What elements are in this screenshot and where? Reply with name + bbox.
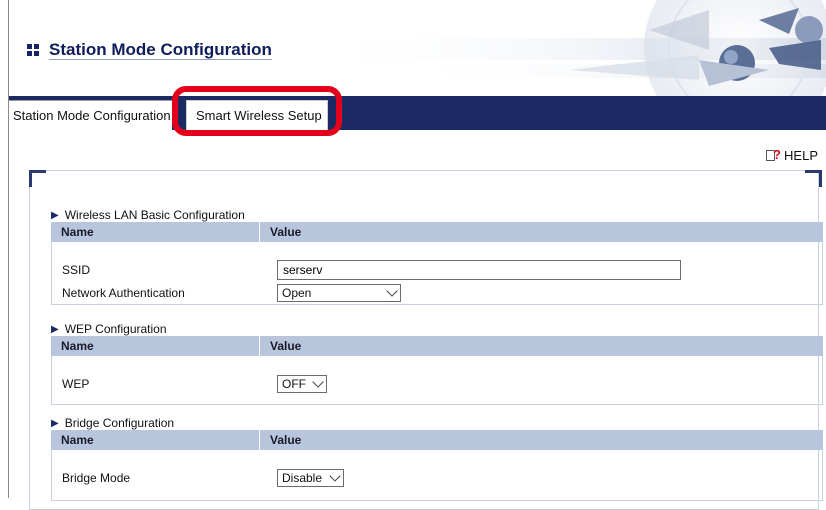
tab-station-mode-configuration[interactable]: Station Mode Configuration	[9, 100, 172, 130]
chevron-down-icon	[329, 470, 341, 482]
chevron-down-icon	[312, 376, 324, 388]
column-header-name: Name	[61, 433, 94, 447]
ssid-input[interactable]	[277, 260, 681, 280]
select-value: OFF	[282, 377, 306, 391]
ssid-label: SSID	[62, 263, 91, 277]
network-authentication-select[interactable]: Open	[277, 284, 401, 302]
page-header: Station Mode Configuration	[9, 0, 826, 96]
table-row: WEP OFF	[52, 375, 822, 393]
page-title: Station Mode Configuration	[49, 40, 272, 59]
network-authentication-label: Network Authentication	[62, 286, 185, 300]
highlight-annotation	[172, 86, 342, 136]
table-body: SSID Network Authentication Open	[51, 242, 823, 305]
table-header: Name Value	[51, 222, 823, 242]
column-header-value: Value	[259, 336, 301, 356]
section-wep: ▶ WEP Configuration Name Value WEP OFF	[51, 322, 823, 405]
table-body: Bridge Mode Disable	[51, 450, 823, 501]
select-value: Open	[282, 286, 312, 300]
section-bridge: ▶ Bridge Configuration Name Value Bridge…	[51, 416, 823, 501]
column-header-name: Name	[61, 339, 94, 353]
chevron-down-icon	[386, 285, 398, 297]
help-link[interactable]: ? HELP	[766, 147, 818, 163]
bridge-mode-label: Bridge Mode	[62, 471, 131, 485]
table-row: Network Authentication Open	[52, 284, 822, 302]
select-value: Disable	[282, 471, 323, 485]
section-arrow-icon: ▶	[51, 417, 59, 429]
table-header: Name Value	[51, 336, 823, 356]
column-header-name: Name	[61, 225, 94, 239]
frame-corner	[805, 170, 822, 187]
section-title: Wireless LAN Basic Configuration	[64, 208, 245, 222]
table-row: Bridge Mode Disable	[52, 469, 822, 487]
table-row: SSID	[52, 260, 822, 280]
table-body: WEP OFF	[51, 356, 823, 405]
wep-label: WEP	[62, 377, 90, 391]
frame-corner	[29, 170, 46, 187]
section-title: Bridge Configuration	[64, 416, 175, 430]
wep-select[interactable]: OFF	[277, 375, 327, 393]
section-wireless-lan-basic: ▶ Wireless LAN Basic Configuration Name …	[51, 208, 823, 305]
section-arrow-icon: ▶	[51, 323, 59, 335]
section-arrow-icon: ▶	[51, 209, 59, 221]
table-header: Name Value	[51, 430, 823, 450]
help-label: HELP	[784, 148, 818, 163]
section-title: WEP Configuration	[64, 322, 167, 336]
column-header-value: Value	[259, 430, 301, 450]
bridge-mode-select[interactable]: Disable	[277, 469, 344, 487]
column-header-value: Value	[259, 222, 301, 242]
title-grid-icon	[27, 44, 39, 56]
help-icon: ?	[766, 147, 781, 162]
